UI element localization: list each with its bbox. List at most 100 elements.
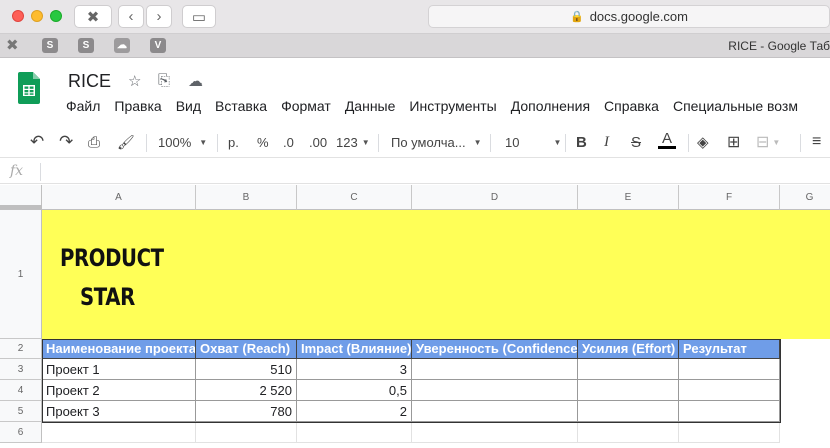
cell-e6[interactable]	[578, 422, 679, 443]
select-all-corner[interactable]	[0, 185, 42, 210]
star-icon[interactable]: ☆	[128, 72, 141, 90]
redo-icon[interactable]: ↷	[59, 132, 73, 152]
row-header-5[interactable]: 5	[0, 401, 42, 422]
pinned-tab-2[interactable]: S	[78, 38, 94, 53]
back-button[interactable]: ‹	[118, 5, 144, 28]
banner-cell[interactable]: PRODUCT STAR	[42, 210, 830, 339]
cell-d6[interactable]	[412, 422, 578, 443]
column-header-d[interactable]: D	[412, 185, 578, 210]
bold-button[interactable]: B	[576, 132, 587, 152]
cell-c6[interactable]	[297, 422, 412, 443]
forward-button[interactable]: ›	[146, 5, 172, 28]
active-tab-title[interactable]: RICE - Google Таб	[728, 39, 830, 53]
cell-f4[interactable]	[679, 380, 780, 401]
cell-b4[interactable]: 2 520	[196, 380, 297, 401]
cloud-saved-icon[interactable]: ☁	[188, 72, 203, 90]
url-text: docs.google.com	[589, 9, 688, 24]
close-window-button[interactable]	[12, 10, 24, 22]
pinned-tab-3[interactable]: V	[150, 38, 166, 53]
zoom-select[interactable]: 100% ▼	[158, 132, 207, 152]
sidebar-button[interactable]: ▭	[182, 5, 216, 28]
cell-d5[interactable]	[412, 401, 578, 422]
menu-tools[interactable]: Инструменты	[409, 98, 496, 116]
align-icon[interactable]: ≡	[812, 132, 821, 152]
column-header-c[interactable]: C	[297, 185, 412, 210]
menu-file[interactable]: Файл	[66, 98, 100, 116]
menu-addons[interactable]: Дополнения	[511, 98, 590, 116]
header-result[interactable]: Результат	[679, 339, 780, 359]
row-header-4[interactable]: 4	[0, 380, 42, 401]
chevron-right-icon: ›	[156, 8, 162, 25]
italic-button[interactable]: I	[604, 132, 609, 152]
sheets-logo-icon[interactable]	[18, 72, 40, 104]
currency-format-button[interactable]: р.	[228, 132, 239, 152]
header-confidence[interactable]: Уверенность (Confidence	[412, 339, 578, 359]
move-folder-icon[interactable]: ⎘	[158, 72, 170, 89]
print-icon[interactable]: ⎙	[88, 132, 100, 152]
column-header-a[interactable]: A	[42, 185, 196, 210]
formula-input[interactable]	[48, 164, 818, 180]
decrease-decimal-button[interactable]: .0	[283, 132, 294, 152]
menu-accessibility[interactable]: Специальные возм	[673, 98, 798, 116]
header-project-name[interactable]: Наименование проекта	[42, 339, 196, 359]
menu-data[interactable]: Данные	[345, 98, 396, 116]
header-reach[interactable]: Охват (Reach)	[196, 339, 297, 359]
borders-icon[interactable]: ⊞	[727, 132, 740, 152]
cell-c4[interactable]: 0,5	[297, 380, 412, 401]
paint-format-icon[interactable]: 🖌	[117, 132, 135, 152]
zoom-window-button[interactable]	[50, 10, 62, 22]
row-header-3[interactable]: 3	[0, 359, 42, 380]
cell-a3[interactable]: Проект 1	[42, 359, 196, 380]
pinned-tab-soundcloud[interactable]: ☁	[114, 38, 130, 53]
undo-icon[interactable]: ↶	[30, 132, 44, 152]
cell-f3[interactable]	[679, 359, 780, 380]
cell-f5[interactable]	[679, 401, 780, 422]
tools-icon: ✖	[86, 8, 100, 26]
cell-b6[interactable]	[196, 422, 297, 443]
cell-f6[interactable]	[679, 422, 780, 443]
cell-e5[interactable]	[578, 401, 679, 422]
menu-edit[interactable]: Правка	[114, 98, 161, 116]
document-title[interactable]: RICE	[68, 71, 111, 92]
pinned-tab-1[interactable]: S	[42, 38, 58, 53]
font-family-select[interactable]: По умолча... ▼	[391, 132, 481, 152]
column-header-g[interactable]: G	[780, 185, 830, 210]
close-tab-icon[interactable]: ✖	[6, 36, 19, 54]
cell-b3[interactable]: 510	[196, 359, 297, 380]
cell-a6[interactable]	[42, 422, 196, 443]
address-bar[interactable]: 🔒 docs.google.com	[428, 5, 830, 28]
column-header-f[interactable]: F	[679, 185, 780, 210]
row-header-6[interactable]: 6	[0, 422, 42, 443]
cell-c5[interactable]: 2	[297, 401, 412, 422]
header-impact[interactable]: Impact (Влияние)	[297, 339, 412, 359]
number-format-select[interactable]: 123 ▼	[336, 132, 370, 152]
text-color-button[interactable]: A	[658, 131, 676, 152]
column-header-b[interactable]: B	[196, 185, 297, 210]
strikethrough-button[interactable]: S	[631, 132, 641, 152]
increase-decimal-button[interactable]: .00	[309, 132, 327, 152]
cloud-icon: ☁	[117, 40, 127, 51]
menu-help[interactable]: Справка	[604, 98, 659, 116]
cell-e3[interactable]	[578, 359, 679, 380]
cell-a5[interactable]: Проект 3	[42, 401, 196, 422]
cell-a4[interactable]: Проект 2	[42, 380, 196, 401]
sidebar-icon: ▭	[191, 8, 207, 26]
tools-button[interactable]: ✖	[74, 5, 112, 28]
cell-d4[interactable]	[412, 380, 578, 401]
merge-cells-icon[interactable]: ⊟ ▼	[756, 132, 780, 152]
cell-d3[interactable]	[412, 359, 578, 380]
cell-c3[interactable]: 3	[297, 359, 412, 380]
font-size-select[interactable]: 10 ▼	[505, 132, 561, 152]
menu-insert[interactable]: Вставка	[215, 98, 267, 116]
column-header-e[interactable]: E	[578, 185, 679, 210]
percent-format-button[interactable]: %	[257, 132, 269, 152]
menu-view[interactable]: Вид	[176, 98, 201, 116]
minimize-window-button[interactable]	[31, 10, 43, 22]
menu-format[interactable]: Формат	[281, 98, 331, 116]
fill-color-icon[interactable]: ◈	[697, 132, 709, 152]
row-header-2[interactable]: 2	[0, 339, 42, 359]
cell-b5[interactable]: 780	[196, 401, 297, 422]
cell-e4[interactable]	[578, 380, 679, 401]
row-header-1[interactable]: 1	[0, 210, 42, 339]
header-effort[interactable]: Усилия (Effort)	[578, 339, 679, 359]
